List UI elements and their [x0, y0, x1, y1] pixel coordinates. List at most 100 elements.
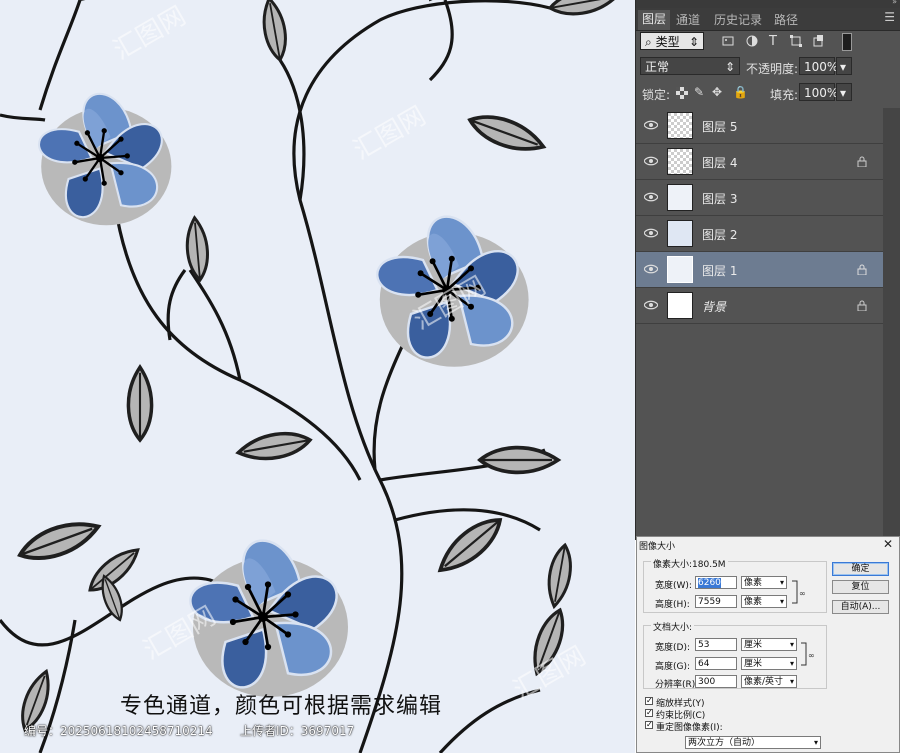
- pixel-size-label: 像素大小:180.5M: [651, 557, 728, 570]
- layer-name: 图层 4: [702, 156, 738, 170]
- layer-row[interactable]: 图层 2: [636, 216, 883, 252]
- kind-filter-value: 类型: [655, 35, 680, 49]
- resample-checkbox[interactable]: ✓: [645, 721, 653, 729]
- ok-button[interactable]: 确定: [832, 562, 889, 576]
- visibility-eye-icon[interactable]: [644, 156, 658, 166]
- lock-pixels-icon[interactable]: ✎: [694, 85, 704, 99]
- visibility-eye-icon[interactable]: [644, 300, 658, 310]
- height-unit-select[interactable]: 像素: [741, 595, 787, 608]
- opacity-input[interactable]: 100%: [799, 57, 838, 75]
- type-filter-icon[interactable]: T: [769, 34, 777, 49]
- layer-thumbnail: [667, 292, 693, 319]
- layer-thumbnail: [667, 256, 693, 283]
- layer-thumbnail: [667, 112, 693, 139]
- blend-mode-select[interactable]: 正常 ⇕: [640, 57, 740, 75]
- constrain-link-icon: ∞: [801, 642, 815, 666]
- layer-row[interactable]: 图层 3: [636, 180, 883, 216]
- resolution-label: 分辨率(R):: [655, 680, 699, 690]
- layer-row[interactable]: 背景: [636, 288, 883, 324]
- layer-name: 图层 3: [702, 192, 738, 206]
- resolution-input[interactable]: 300: [695, 675, 737, 688]
- height-label: 高度(H):: [655, 600, 690, 610]
- width-value: 6260: [698, 578, 721, 588]
- document-size-label: 文档大小:: [651, 620, 695, 633]
- layer-thumbnail: [667, 184, 693, 211]
- blend-row: 正常 ⇕ 不透明度: 100% ▾: [636, 56, 900, 78]
- lock-icon: [857, 264, 867, 275]
- lock-row: 锁定: ✎ ✥ 🔒 填充: 100% ▾: [636, 82, 900, 104]
- opacity-dropdown[interactable]: ▾: [836, 57, 852, 75]
- width-input[interactable]: 6260: [695, 576, 737, 589]
- panel-topbar: »: [636, 0, 900, 8]
- svg-text:∞: ∞: [808, 651, 815, 660]
- fill-dropdown[interactable]: ▾: [836, 83, 852, 101]
- adjustment-filter-icon[interactable]: [746, 35, 758, 47]
- doc-height-label: 高度(G):: [655, 662, 691, 672]
- watermark-text: 汇图网: [349, 101, 432, 166]
- svg-text:∞: ∞: [799, 589, 806, 598]
- lock-all-icon[interactable]: 🔒: [733, 85, 748, 99]
- footer-bar: 编号：20250618102458710214 上传者ID：3697017: [0, 716, 635, 753]
- lock-transparent-icon[interactable]: [676, 87, 688, 99]
- constrain-link-icon: ∞: [792, 580, 806, 604]
- tab-layers[interactable]: 图层: [638, 10, 671, 30]
- layer-row[interactable]: 图层 4: [636, 144, 883, 180]
- doc-width-label: 宽度(D):: [655, 643, 690, 653]
- smart-object-filter-icon[interactable]: [812, 35, 824, 47]
- lock-icon: [857, 156, 867, 167]
- opacity-label: 不透明度:: [746, 62, 799, 76]
- lock-icon: [857, 300, 867, 311]
- image-size-dialog: 图像大小 ✕ 像素大小:180.5M 宽度(W): 6260 像素 高度(H):…: [636, 536, 900, 753]
- layer-row-selected[interactable]: 图层 1: [636, 252, 883, 288]
- width-label: 宽度(W):: [655, 581, 692, 591]
- layer-thumbnail: [667, 220, 693, 247]
- doc-width-unit-select[interactable]: 厘米: [741, 638, 797, 651]
- layer-row[interactable]: 图层 5: [636, 108, 883, 144]
- constrain-checkbox[interactable]: ✓: [645, 709, 653, 717]
- select-arrow-icon: ⇕: [724, 60, 735, 74]
- lock-position-icon[interactable]: ✥: [712, 85, 722, 99]
- resample-label: 重定图像像素(I):: [656, 723, 723, 733]
- tab-history[interactable]: 历史记录: [710, 11, 766, 29]
- reset-button[interactable]: 复位: [832, 580, 889, 594]
- layers-list: 图层 5 图层 4 图层 3 图层 2 图层 1 背景: [636, 108, 883, 540]
- layer-thumbnail: [667, 148, 693, 175]
- layer-name: 图层 2: [702, 228, 738, 242]
- collapse-icon[interactable]: »: [892, 0, 897, 6]
- scale-styles-checkbox[interactable]: ✓: [645, 697, 653, 705]
- shape-filter-icon[interactable]: [790, 35, 802, 47]
- dialog-title: 图像大小: [639, 542, 676, 552]
- doc-width-input[interactable]: 53: [695, 638, 737, 651]
- fill-input[interactable]: 100%: [799, 83, 838, 101]
- tab-channels[interactable]: 通道: [672, 11, 704, 29]
- resolution-unit-select[interactable]: 像素/英寸: [741, 675, 797, 688]
- lock-label: 锁定:: [642, 88, 671, 102]
- pattern-canvas: 汇图网 汇图网 汇图网 汇图网 汇图网 专色通道，颜色可根据需求编辑 编号：202506…: [0, 0, 635, 753]
- height-input[interactable]: 7559: [695, 595, 737, 608]
- tab-paths[interactable]: 路径: [770, 11, 802, 29]
- visibility-eye-icon[interactable]: [644, 120, 658, 130]
- width-unit-select[interactable]: 像素: [741, 576, 787, 589]
- blend-mode-value: 正常: [645, 60, 670, 74]
- doc-height-unit-select[interactable]: 厘米: [741, 657, 797, 670]
- doc-height-input[interactable]: 64: [695, 657, 737, 670]
- filter-row: ⌕ 类型 ⇕ T: [636, 32, 900, 52]
- select-arrow-icon: ⇕: [688, 35, 699, 49]
- filter-toggle[interactable]: [842, 33, 852, 51]
- fill-label: 填充:: [770, 88, 799, 102]
- visibility-eye-icon[interactable]: [644, 264, 658, 274]
- watermark-text: 汇图网: [109, 1, 192, 66]
- visibility-eye-icon[interactable]: [644, 228, 658, 238]
- panel-tabs: 图层 通道 历史记录 路径 ☰: [636, 8, 900, 31]
- layers-scrollbar[interactable]: [883, 108, 900, 540]
- close-icon[interactable]: ✕: [883, 537, 893, 551]
- panel-menu-icon[interactable]: ☰: [884, 10, 895, 24]
- auto-button[interactable]: 自动(A)...: [832, 600, 889, 614]
- layer-name: 背景: [702, 300, 727, 314]
- visibility-eye-icon[interactable]: [644, 192, 658, 202]
- image-filter-icon[interactable]: [722, 35, 734, 47]
- layers-panel: » 图层 通道 历史记录 路径 ☰ ⌕ 类型 ⇕ T 正常 ⇕ 不透明度: 10…: [635, 0, 900, 540]
- resample-method-select[interactable]: 两次立方（自动）: [685, 736, 821, 749]
- kind-filter-select[interactable]: ⌕ 类型 ⇕: [640, 32, 704, 50]
- layer-name: 图层 5: [702, 120, 738, 134]
